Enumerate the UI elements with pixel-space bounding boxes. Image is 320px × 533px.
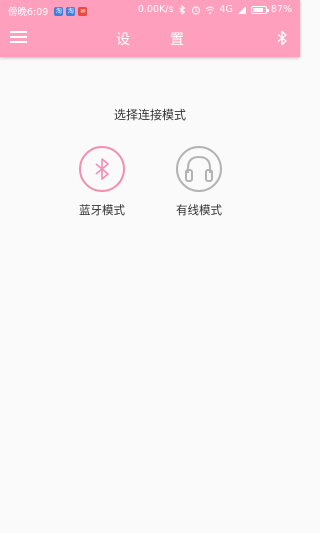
battery-level-fill	[252, 7, 264, 12]
battery-percent: 87%	[270, 4, 292, 15]
wired-mode-button[interactable]	[176, 146, 222, 192]
bluetooth-icon[interactable]	[274, 29, 290, 47]
app-notification-icon: 淘	[54, 6, 64, 16]
bluetooth-mode-button[interactable]	[79, 146, 125, 192]
network-type: 4G	[219, 4, 233, 15]
wired-mode-label: 有线模式	[176, 203, 222, 217]
alarm-icon	[192, 6, 201, 14]
message-notification-icon: ✉	[78, 6, 88, 16]
app-header: 傍晚6:09 淘 淘 ✉ 0.00K/s 4G 87% 设置	[0, 0, 300, 57]
app-notification-icon: 淘	[66, 6, 76, 16]
connection-mode-prompt: 选择连接模式	[113, 108, 186, 122]
headphones-icon	[185, 155, 213, 182]
status-bar-right: 0.00K/s 4G 87%	[138, 4, 292, 15]
bluetooth-icon	[179, 4, 186, 15]
toolbar: 设置	[0, 19, 300, 57]
bluetooth-mode-label: 蓝牙模式	[79, 203, 125, 217]
status-bar-left: 傍晚6:09 淘 淘 ✉	[8, 4, 88, 18]
wired-mode-option[interactable]: 有线模式	[169, 146, 229, 218]
bluetooth-mode-option[interactable]: 蓝牙模式	[72, 146, 132, 218]
wifi-icon	[206, 6, 215, 14]
network-speed: 0.00K/s	[137, 4, 174, 15]
signal-icon	[237, 5, 246, 14]
bluetooth-icon	[95, 158, 109, 180]
status-time: 傍晚6:09	[8, 7, 49, 18]
battery-icon	[250, 5, 269, 14]
page-title: 设置	[116, 32, 224, 48]
status-bar: 傍晚6:09 淘 淘 ✉ 0.00K/s 4G 87%	[0, 0, 300, 19]
